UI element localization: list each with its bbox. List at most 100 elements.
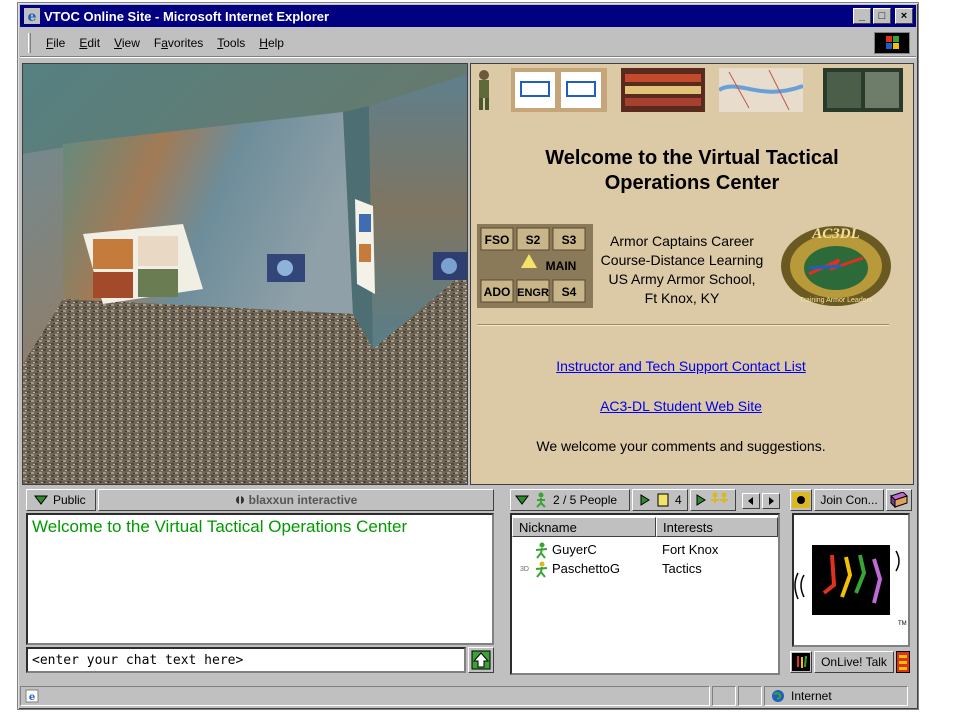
menu-help[interactable]: Help xyxy=(252,34,291,52)
student-web-site-link[interactable]: AC3-DL Student Web Site xyxy=(471,398,891,414)
tab-public-label: Public xyxy=(53,493,86,507)
menu-tools[interactable]: Tools xyxy=(210,34,252,52)
column-interests[interactable]: Interests xyxy=(656,517,778,537)
blaxxun-brand: blaxxun interactive xyxy=(248,493,358,507)
chat-input[interactable]: <enter your chat text here> xyxy=(26,647,466,673)
voice-button[interactable] xyxy=(790,489,812,511)
svg-text:e: e xyxy=(28,9,37,24)
book-button[interactable] xyxy=(886,489,912,511)
ac3dl-seal-logo: AC3DL Training Armor Leaders xyxy=(781,226,891,306)
tab-people[interactable]: 2 / 5 People xyxy=(510,489,630,511)
security-zone: Internet xyxy=(764,686,908,706)
course-line: US Army Armor School, xyxy=(608,271,756,287)
menu-view[interactable]: View xyxy=(107,34,147,52)
join-conference-button[interactable]: Join Con... xyxy=(814,489,884,511)
course-line: Course-Distance Learning xyxy=(600,252,764,268)
send-arrow-icon xyxy=(471,650,491,670)
ie-logo-icon: e xyxy=(24,8,40,24)
library-thumbnail[interactable] xyxy=(621,68,705,112)
course-info: Armor Captains Career Course-Distance Le… xyxy=(589,232,775,308)
group-figures-icon xyxy=(711,492,728,503)
arrow-left-icon xyxy=(748,497,753,505)
people-panel: 2 / 5 People 4 Nickname Interests GuyerC… xyxy=(506,487,784,683)
browser-window: e VTOC Online Site - Microsoft Internet … xyxy=(17,2,919,710)
title-bar[interactable]: e VTOC Online Site - Microsoft Internet … xyxy=(20,5,916,27)
map-thumbnail[interactable] xyxy=(719,68,803,112)
status-bar: e Internet xyxy=(20,685,916,707)
window-controls: _ □ × xyxy=(853,8,913,24)
person-interest: Tactics xyxy=(662,561,702,576)
onlive-face-logo: TM xyxy=(794,545,907,627)
tab-public[interactable]: Public xyxy=(26,489,96,511)
staff-s2: S2 xyxy=(526,233,541,247)
staff-main: MAIN xyxy=(546,259,577,273)
close-button[interactable]: × xyxy=(895,8,913,24)
onlive-small-logo-icon xyxy=(792,653,810,671)
blaxxun-banner: blaxxun interactive xyxy=(98,489,494,511)
window-title: VTOC Online Site - Microsoft Internet Ex… xyxy=(44,8,330,24)
minimize-button[interactable]: _ xyxy=(853,8,871,24)
internet-globe-icon xyxy=(772,690,784,702)
comments-text: We welcome your comments and suggestions… xyxy=(536,438,826,454)
virtual-room-scene xyxy=(23,64,467,484)
maximize-button[interactable]: □ xyxy=(873,8,891,24)
trademark-mark: TM xyxy=(898,621,907,627)
menu-grip[interactable] xyxy=(28,32,31,53)
staff-fso: FSO xyxy=(485,233,510,247)
staff-s3: S3 xyxy=(562,233,577,247)
table-row[interactable]: GuyerC Fort Knox xyxy=(512,541,778,560)
3d-vrml-viewport[interactable] xyxy=(22,63,468,485)
person-interest: Fort Knox xyxy=(662,542,719,557)
status-text: e xyxy=(20,686,710,706)
browser-content: Welcome to the Virtual Tactical Operatio… xyxy=(22,63,914,683)
play-right-icon xyxy=(640,494,650,506)
onlive-logo-area: TM xyxy=(792,513,910,647)
tab-group[interactable] xyxy=(690,489,736,511)
menu-favorites[interactable]: Favorites xyxy=(147,34,210,52)
document-icon xyxy=(657,493,669,507)
status-cell xyxy=(712,686,736,706)
terrain-thumbnail[interactable] xyxy=(823,68,903,112)
column-nickname[interactable]: Nickname xyxy=(512,517,656,537)
onlive-panel: Join Con... TM OnLive! Talk xyxy=(788,487,914,683)
avatar-figure-icon xyxy=(535,542,548,559)
onlive-talk-button[interactable]: OnLive! Talk xyxy=(814,651,894,673)
people-count: 2 / 5 People xyxy=(553,493,618,507)
send-chat-button[interactable] xyxy=(468,647,494,673)
table-row[interactable]: 3D PaschettoG Tactics xyxy=(512,560,778,579)
scroll-tabs-right-button[interactable] xyxy=(762,493,780,509)
tab-secondary[interactable]: 4 xyxy=(632,489,688,511)
book-icon xyxy=(890,492,908,508)
svg-text:Training Armor Leaders: Training Armor Leaders xyxy=(800,297,873,304)
talk-status-button[interactable] xyxy=(790,651,812,673)
voice-icon xyxy=(792,492,810,508)
course-line: Ft Knox, KY xyxy=(644,290,720,306)
doors-thumbnail[interactable] xyxy=(511,68,607,112)
chat-message: Welcome to the Virtual Tactical Operatio… xyxy=(32,517,408,536)
zone-label: Internet xyxy=(791,689,832,703)
staff-s4: S4 xyxy=(562,285,577,299)
person-nickname: GuyerC xyxy=(552,542,597,557)
windows-flag-icon xyxy=(886,36,899,49)
svg-text:AC3DL: AC3DL xyxy=(811,226,860,242)
windows-logo-throbber xyxy=(874,32,910,54)
scroll-tabs-left-button[interactable] xyxy=(742,493,760,509)
staff-ado: ADO xyxy=(484,285,511,299)
people-list[interactable]: Nickname Interests GuyerC Fort Knox 3D P… xyxy=(510,513,780,675)
expand-down-icon xyxy=(515,495,529,505)
expand-down-icon xyxy=(34,495,48,505)
menu-edit[interactable]: Edit xyxy=(72,34,107,52)
people-figure-icon xyxy=(536,492,546,508)
menu-file[interactable]: File xyxy=(39,34,72,52)
welcome-title: Welcome to the Virtual Tactical Operatio… xyxy=(545,147,839,194)
staff-sections-diagram[interactable]: FSO S2 S3 MAIN ADO ENGR S4 xyxy=(477,224,593,308)
svg-text:e: e xyxy=(29,692,35,703)
soldier-figure-icon[interactable] xyxy=(471,68,497,112)
chat-log[interactable]: Welcome to the Virtual Tactical Operatio… xyxy=(26,513,494,645)
staff-engr: ENGR xyxy=(517,287,549,299)
status-cell xyxy=(738,686,762,706)
arrow-right-icon xyxy=(769,497,774,505)
person-nickname: PaschettoG xyxy=(552,561,620,576)
support-contact-link[interactable]: Instructor and Tech Support Contact List xyxy=(471,358,891,374)
page-status-icon: e xyxy=(25,689,39,703)
